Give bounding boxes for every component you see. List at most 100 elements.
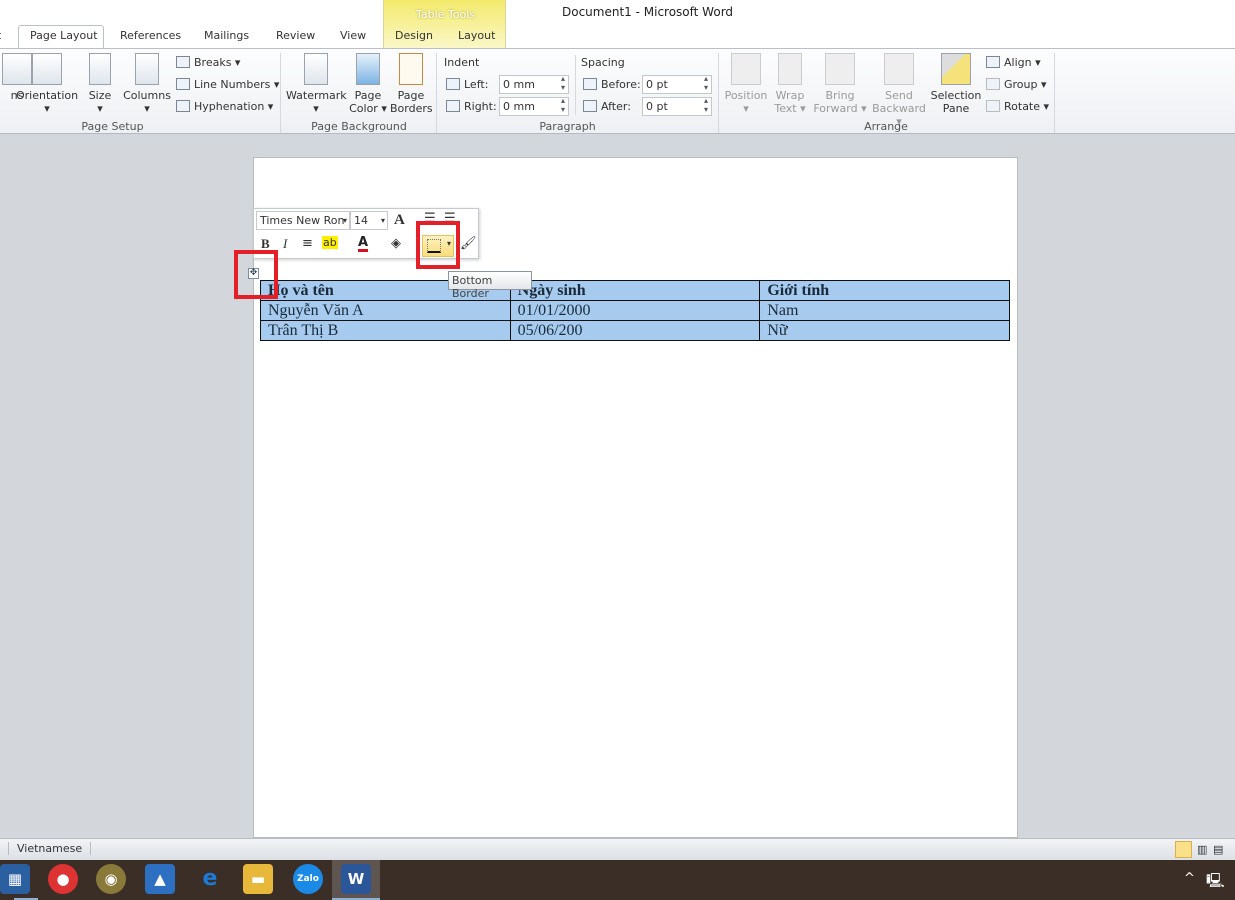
selection-pane-icon [941, 53, 971, 85]
window-title: Document1 - Microsoft Word [562, 5, 734, 19]
divider [436, 53, 437, 133]
line-numbers-icon [176, 78, 190, 90]
format-painter-icon[interactable]: 🖌 [460, 236, 477, 251]
ribbon: ns Orientation ▾ Size ▾ Columns ▾ Breaks ▾ … [0, 48, 1235, 134]
divider [718, 53, 719, 133]
web-layout-icon[interactable]: ▤ [1213, 843, 1223, 856]
data-table[interactable]: Họ và tên Ngày sinh Giới tính Nguyễn Văn… [260, 280, 1010, 341]
watermark-button[interactable]: Watermark ▾ [286, 53, 347, 115]
indent-right-label: Right: [446, 100, 497, 113]
chevron-up-icon[interactable]: ^ [1184, 871, 1195, 886]
title-bar: Table Tools Document1 - Microsoft Word [0, 0, 1235, 48]
tab-insert[interactable]: t [0, 29, 1, 42]
highlight-box-border-button [416, 221, 460, 269]
table-cell[interactable]: 01/01/2000 [509, 300, 761, 321]
align-icon [986, 56, 1000, 68]
orientation-button[interactable]: Orientation ▾ [16, 53, 78, 115]
tab-layout[interactable]: Layout [458, 29, 495, 42]
indent-left-label: Left: [446, 78, 488, 91]
rotate-icon [986, 100, 1000, 112]
shading-icon[interactable]: ◈ [391, 236, 401, 251]
orientation-icon [32, 53, 62, 85]
page-background-group-label: Page Background [311, 120, 407, 133]
font-name-select[interactable]: Times New Ron ▾ [256, 211, 350, 230]
tab-page-layout[interactable]: Page Layout [30, 29, 98, 42]
send-backward-icon [884, 53, 914, 85]
photos-icon[interactable]: ▲ [145, 864, 175, 894]
table-cell[interactable]: Ngày sinh [509, 280, 761, 301]
send-backward-button[interactable]: Send Backward ▾ [868, 53, 930, 128]
table-cell[interactable]: Nguyễn Văn A [260, 300, 511, 321]
print-layout-icon[interactable] [1175, 841, 1192, 858]
group-icon [986, 78, 1000, 90]
rotate-button[interactable]: Rotate ▾ [986, 100, 1049, 113]
font-color-icon[interactable]: A [358, 236, 369, 252]
page-borders-button[interactable]: Page Borders [390, 53, 433, 115]
tab-mailings[interactable]: Mailings [204, 29, 249, 42]
indent-left-input[interactable]: 0 mm [499, 74, 569, 94]
app-icon[interactable]: ◉ [96, 864, 126, 894]
spacing-before-label: Before: [583, 78, 641, 91]
spacing-before-input[interactable]: 0 pt [642, 74, 712, 94]
wrap-text-button[interactable]: Wrap Text ▾ [772, 53, 808, 115]
group-button[interactable]: Group ▾ [986, 78, 1047, 91]
full-screen-reading-icon[interactable]: ▥ [1197, 843, 1207, 856]
indent-right-icon [446, 100, 460, 112]
selection-pane-button[interactable]: Selection Pane [930, 53, 982, 115]
store-icon[interactable]: ▦ [0, 864, 30, 894]
spacing-before-icon [583, 78, 597, 90]
table-tools-label: Table Tools [415, 8, 476, 21]
align-button[interactable]: Align ▾ [986, 56, 1041, 69]
hyphenation-button[interactable]: Hyphenation ▾ [176, 100, 273, 113]
tab-review[interactable]: Review [276, 29, 315, 42]
zalo-icon[interactable]: Zalo [293, 864, 323, 894]
tab-design[interactable]: Design [395, 29, 433, 42]
breaks-button[interactable]: Breaks ▾ [176, 56, 240, 69]
spacing-after-input[interactable]: 0 pt [642, 96, 712, 116]
tooltip: Bottom Border [448, 271, 532, 300]
columns-icon [135, 53, 159, 85]
table-header-row: Họ và tên Ngày sinh Giới tính [260, 280, 1010, 301]
highlight-icon[interactable]: ab [322, 236, 338, 249]
columns-button[interactable]: Columns ▾ [122, 53, 172, 115]
table-cell[interactable]: Nữ [759, 320, 1010, 341]
position-button[interactable]: Position ▾ [722, 53, 770, 115]
tab-references[interactable]: References [120, 29, 181, 42]
divider [280, 53, 281, 133]
taskbar: ▦ ● ◉ ▲ e ▬ Zalo W ^ 🖳 [0, 860, 1235, 900]
edge-icon[interactable]: e [195, 864, 225, 894]
indent-right-input[interactable]: 0 mm [499, 96, 569, 116]
size-icon [89, 53, 111, 85]
arrange-group-label: Arrange [864, 120, 908, 133]
font-size-select[interactable]: 14 ▾ [350, 211, 388, 230]
tab-view[interactable]: View [340, 29, 366, 42]
grow-font-icon[interactable]: A [394, 212, 405, 229]
table-cell[interactable]: Nam [759, 300, 1010, 321]
divider [575, 55, 576, 115]
network-icon[interactable]: 🖳 [1206, 870, 1225, 894]
bring-forward-icon [825, 53, 855, 85]
bring-forward-button[interactable]: Bring Forward ▾ [812, 53, 868, 115]
language-status[interactable]: Vietnamese [8, 842, 92, 855]
center-align-icon[interactable]: ≡ [302, 236, 313, 251]
word-icon[interactable]: W [341, 864, 371, 894]
paragraph-group-label: Paragraph [539, 120, 596, 133]
hyphenation-icon [176, 100, 190, 112]
breaks-icon [176, 56, 190, 68]
size-button[interactable]: Size ▾ [84, 53, 116, 115]
spacing-after-icon [583, 100, 597, 112]
table-cell[interactable]: Giới tính [759, 280, 1010, 301]
page-borders-icon [399, 53, 423, 85]
indent-label: Indent [444, 56, 480, 69]
page-color-button[interactable]: Page Color ▾ [348, 53, 388, 115]
table-cell[interactable]: Trân Thị B [260, 320, 511, 341]
table-row: Trân Thị B 05/06/200 Nữ [260, 320, 1010, 341]
chrome-icon[interactable]: ● [48, 864, 78, 894]
italic-icon[interactable]: I [283, 236, 287, 252]
file-explorer-icon[interactable]: ▬ [243, 864, 273, 894]
table-cell[interactable]: 05/06/200 [509, 320, 761, 341]
document-page[interactable] [253, 157, 1018, 838]
spacing-after-label: After: [583, 100, 631, 113]
page-color-icon [356, 53, 380, 85]
line-numbers-button[interactable]: Line Numbers ▾ [176, 78, 279, 91]
